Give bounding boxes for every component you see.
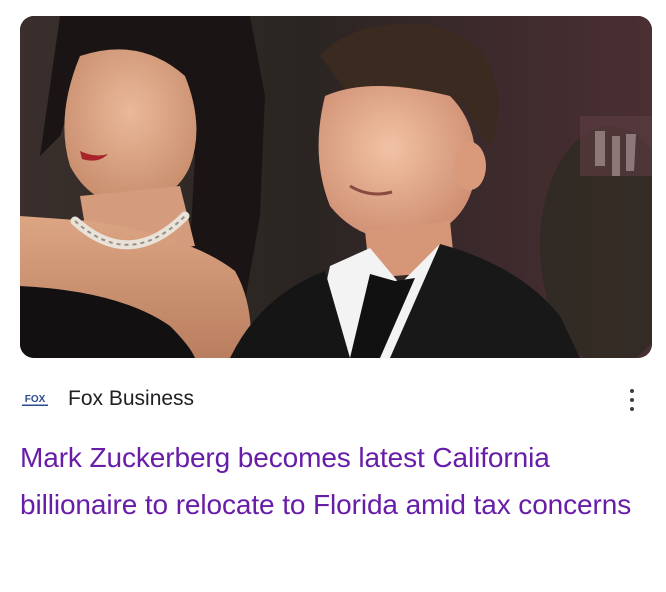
source-row: FOX Fox Business	[20, 382, 652, 418]
more-vert-icon	[630, 389, 634, 393]
news-thumbnail[interactable]	[20, 16, 652, 358]
svg-text:FOX: FOX	[25, 394, 46, 405]
more-options-button[interactable]	[618, 382, 646, 418]
more-vert-icon-dot	[630, 398, 634, 402]
news-card[interactable]: FOX Fox Business Mark Zuckerberg becomes…	[0, 0, 666, 592]
source-name: Fox Business	[68, 387, 195, 410]
fox-business-logo-icon: FOX	[20, 390, 50, 408]
news-headline-link[interactable]: Mark Zuckerberg becomes latest Californi…	[20, 434, 650, 528]
thumbnail-photo	[20, 16, 652, 358]
more-vert-icon-dot	[630, 407, 634, 411]
